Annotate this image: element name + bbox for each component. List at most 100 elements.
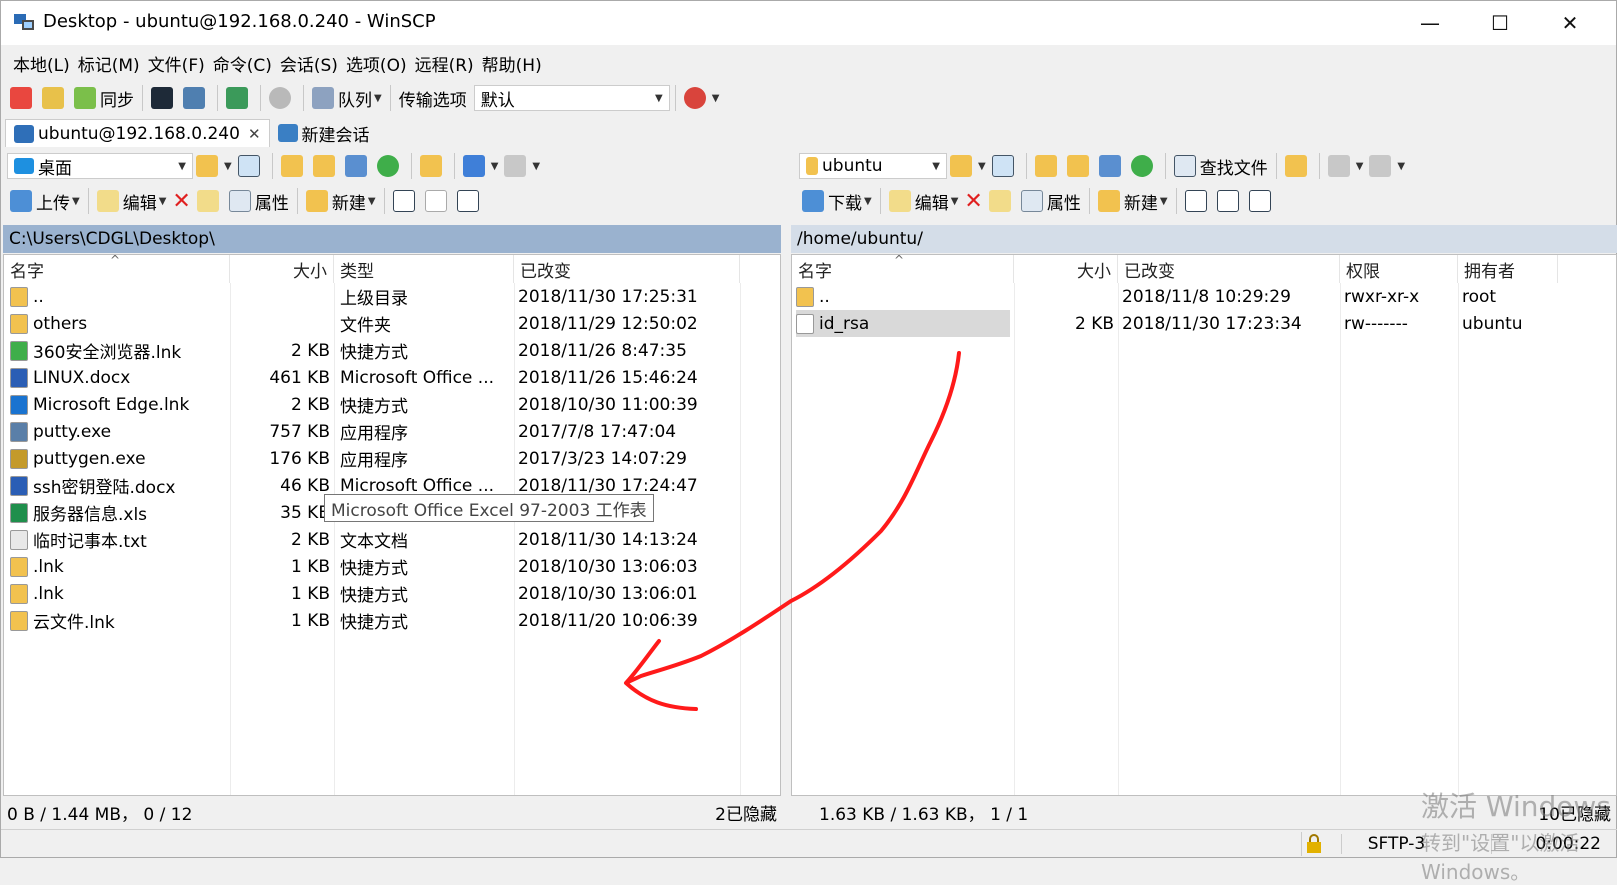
local-col-name[interactable]: 名字 ^ xyxy=(4,255,230,283)
local-forward-button[interactable]: ▼ xyxy=(501,151,543,181)
local-tree-button[interactable] xyxy=(417,151,449,181)
local-parent-dir-button[interactable] xyxy=(278,151,310,181)
file-name-text: 云文件.lnk xyxy=(33,613,115,633)
local-file-row[interactable]: putty.exe 757 KB 应用程序 2017/7/8 17:47:04 xyxy=(4,418,780,445)
local-root-dir-button[interactable] xyxy=(310,151,342,181)
local-rename-button[interactable] xyxy=(194,186,226,216)
remote-forward-button[interactable]: ▼ xyxy=(1366,151,1408,181)
remote-tree-button[interactable] xyxy=(1282,151,1314,181)
transfer-preset-select[interactable]: 默认 ▼ xyxy=(473,85,670,111)
local-status-bar: 0 B / 1.44 MB， 0 / 12 2已隐藏 xyxy=(7,797,781,827)
remote-rename-button[interactable] xyxy=(986,186,1018,216)
local-file-row[interactable]: Microsoft Edge.lnk 2 KB 快捷方式 2018/10/30 11:… xyxy=(4,391,780,418)
menu-file[interactable]: 文件(F) xyxy=(144,51,209,76)
local-col-type[interactable]: 类型 xyxy=(334,255,514,283)
local-file-row[interactable]: .. 上级目录 2018/11/30 17:25:31 xyxy=(4,283,780,310)
local-refresh-button[interactable] xyxy=(374,151,406,181)
synchronize-browse-button[interactable] xyxy=(39,83,71,113)
putty-button[interactable] xyxy=(180,83,212,113)
remote-refresh-button[interactable] xyxy=(1128,151,1160,181)
remote-unselect-button[interactable] xyxy=(1214,186,1246,216)
open-terminal-button[interactable] xyxy=(148,83,180,113)
remote-edit-button[interactable]: 编辑 ▼ xyxy=(886,186,962,216)
menu-session[interactable]: 会话(S) xyxy=(276,51,342,76)
local-file-row[interactable]: LINUX.docx 461 KB Microsoft Office ... 2018… xyxy=(4,364,780,391)
chevron-down-icon: ▼ xyxy=(1397,160,1406,172)
preferences-button[interactable] xyxy=(266,83,298,113)
remote-location-select[interactable]: ubuntu ▼ xyxy=(799,153,947,179)
remote-properties-button[interactable]: 属性 xyxy=(1018,186,1084,216)
local-col-size[interactable]: 大小 xyxy=(230,255,334,283)
close-tab-icon[interactable]: ✕ xyxy=(248,125,261,143)
remote-home-button[interactable] xyxy=(1096,151,1128,181)
tab-new-session[interactable]: 新建会话 xyxy=(270,119,378,147)
remote-back-button[interactable]: ▼ xyxy=(1325,151,1367,181)
remote-filter-select-button[interactable] xyxy=(1246,186,1278,216)
menu-help[interactable]: 帮助(H) xyxy=(478,51,546,76)
remote-col-size[interactable]: 大小 xyxy=(1014,255,1118,283)
file-icon xyxy=(796,313,814,334)
word-doc-icon xyxy=(10,367,28,388)
remote-file-list[interactable]: 名字 ^ 大小 已改变 权限 拥有者 .. 2018/11/8 10:29:29 rw… xyxy=(791,254,1617,796)
file-name: id_rsa xyxy=(796,310,1010,337)
local-file-list[interactable]: 名字 ^ 大小 类型 已改变 .. 上级目录 2018/11/30 17:25:31 o… xyxy=(3,254,781,796)
local-unselect-button[interactable] xyxy=(422,186,454,216)
local-file-row[interactable]: .lnk 1 KB 快捷方式 2018/10/30 13:06:01 xyxy=(4,580,780,607)
local-edit-button[interactable]: 编辑 ▼ xyxy=(94,186,170,216)
local-new-button[interactable]: 新建 ▼ xyxy=(303,186,379,216)
remote-new-button[interactable]: 新建 ▼ xyxy=(1095,186,1171,216)
remote-root-dir-button[interactable] xyxy=(1064,151,1096,181)
remote-open-folder-button[interactable]: ▼ xyxy=(947,151,989,181)
remote-col-name[interactable]: 名字 ^ xyxy=(792,255,1014,283)
local-path-bar[interactable]: C:\Users\CDGL\Desktop\ xyxy=(3,225,781,253)
remote-col-changed[interactable]: 已改变 xyxy=(1118,255,1340,283)
local-back-button[interactable]: ▼ xyxy=(460,151,502,181)
remote-select-all-button[interactable] xyxy=(1182,186,1214,216)
local-file-row[interactable]: .lnk 1 KB 快捷方式 2018/10/30 13:06:03 xyxy=(4,553,780,580)
local-delete-button[interactable]: ✕ xyxy=(169,186,193,216)
compare-dirs-button[interactable] xyxy=(7,83,39,113)
local-file-row[interactable]: 临时记事本.txt 2 KB 文本文档 2018/11/30 14:13:24 xyxy=(4,526,780,553)
local-properties-button[interactable]: 属性 xyxy=(226,186,292,216)
local-file-row[interactable]: 云文件.lnk 1 KB 快捷方式 2018/11/20 10:06:39 xyxy=(4,607,780,634)
local-home-button[interactable] xyxy=(342,151,374,181)
upload-button[interactable]: 上传 ▼ xyxy=(7,186,83,216)
reconnect-button[interactable]: ▼ xyxy=(681,83,723,113)
refresh-session-button[interactable] xyxy=(223,83,255,113)
close-button[interactable]: ✕ xyxy=(1535,1,1605,45)
remote-col-owner[interactable]: 拥有者 xyxy=(1458,255,1558,283)
local-filter-button[interactable] xyxy=(235,151,267,181)
remote-file-row[interactable]: .. 2018/11/8 10:29:29 rwxr-xr-x root xyxy=(792,283,1616,310)
remote-filter-button[interactable] xyxy=(989,151,1021,181)
remote-delete-button[interactable]: ✕ xyxy=(961,186,985,216)
local-location-select[interactable]: 桌面 ▼ xyxy=(7,153,193,179)
remote-file-row[interactable]: id_rsa 2 KB 2018/11/30 17:23:34 rw------- ub… xyxy=(792,310,1616,337)
file-type-tooltip: Microsoft Office Excel 97-2003 工作表 xyxy=(324,494,654,522)
remote-path-bar[interactable]: /home/ubuntu/ xyxy=(791,225,1617,253)
menu-local[interactable]: 本地(L) xyxy=(9,51,74,76)
maximize-button[interactable]: ☐ xyxy=(1465,1,1535,45)
local-file-row[interactable]: others 文件夹 2018/11/29 12:50:02 xyxy=(4,310,780,337)
menu-options[interactable]: 选项(O) xyxy=(342,51,411,76)
local-file-row[interactable]: 360安全浏览器.lnk 2 KB 快捷方式 2018/11/26 8:47:35 xyxy=(4,337,780,364)
local-col-changed[interactable]: 已改变 xyxy=(514,255,740,283)
minimize-button[interactable]: — xyxy=(1395,1,1465,45)
tab-session-ubuntu[interactable]: ubuntu@192.168.0.240 ✕ xyxy=(5,119,270,147)
remote-col-rights[interactable]: 权限 xyxy=(1340,255,1458,283)
file-name-text: .lnk xyxy=(33,556,64,577)
menu-commands[interactable]: 命令(C) xyxy=(209,51,276,76)
local-file-row[interactable]: puttygen.exe 176 KB 应用程序 2017/3/23 14:07:29 xyxy=(4,445,780,472)
queue-button[interactable]: 队列 ▼ xyxy=(309,83,385,113)
local-filter-select-button[interactable] xyxy=(454,186,486,216)
download-button[interactable]: 下载 ▼ xyxy=(799,186,875,216)
tree-icon xyxy=(1284,155,1307,177)
synchronize-button[interactable]: 同步 xyxy=(71,83,137,113)
filter-icon xyxy=(991,155,1014,177)
find-files-button[interactable]: 查找文件 xyxy=(1171,151,1271,181)
menu-remote[interactable]: 远程(R) xyxy=(411,51,478,76)
menu-mark[interactable]: 标记(M) xyxy=(74,51,144,76)
file-name-text: .. xyxy=(33,286,44,307)
remote-parent-dir-button[interactable] xyxy=(1032,151,1064,181)
local-open-folder-button[interactable]: ▼ xyxy=(193,151,235,181)
local-select-all-button[interactable] xyxy=(390,186,422,216)
